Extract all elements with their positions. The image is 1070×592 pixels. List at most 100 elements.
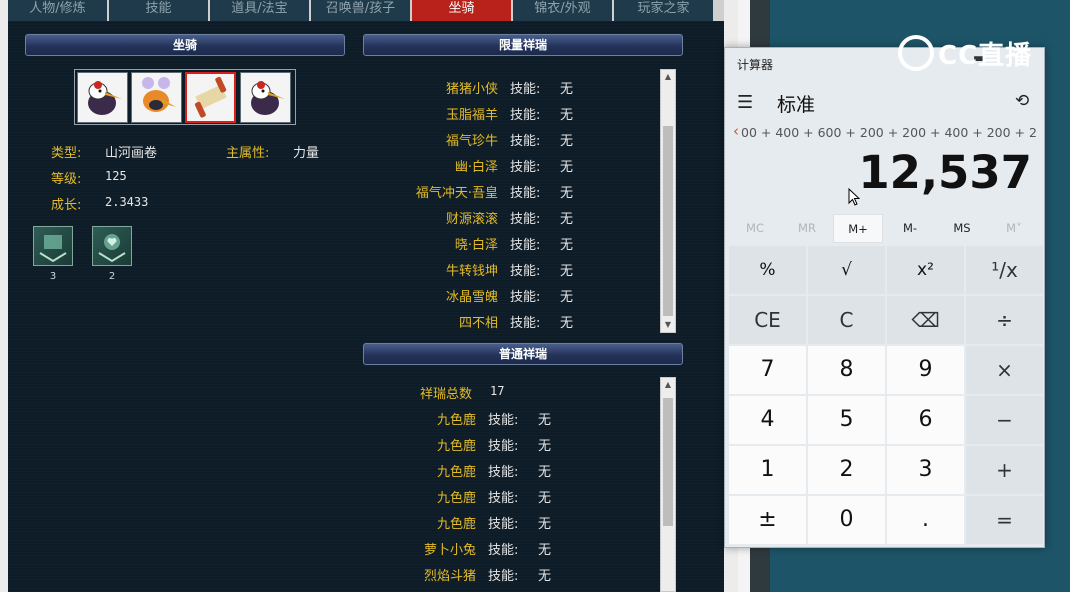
calc-key-5-0[interactable]: ± [729, 496, 806, 544]
skill-label: 技能: [488, 491, 519, 506]
calc-key-1-0[interactable]: CE [729, 296, 806, 344]
skill-value: 无 [560, 316, 574, 331]
scroll-thumb[interactable] [663, 126, 673, 316]
calculator-title: 计算器 [737, 58, 774, 72]
tab-6[interactable]: 玩家之家 [614, 0, 715, 21]
tab-bar: 人物/修炼 技能 道具/法宝 召唤兽/孩子 坐骑 锦衣/外观 玩家之家 [8, 0, 724, 21]
skill-label: 技能: [510, 134, 541, 149]
auspicious-name: 牛转钱坤 [445, 264, 498, 279]
shield-skill-icon [39, 235, 67, 263]
limited-scrollbar[interactable]: ▲ ▼ [660, 69, 676, 333]
calc-key-0-2[interactable]: x² [887, 246, 964, 294]
memory-button-3[interactable]: M- [885, 214, 935, 243]
limited-header: 限量祥瑞 [363, 34, 683, 56]
auspicious-name: 财源滚滚 [445, 212, 498, 227]
fox-icon [142, 77, 176, 112]
calc-key-5-2[interactable]: . [887, 496, 964, 544]
auspicious-name: 福气珍牛 [445, 134, 498, 149]
game-window: 人物/修炼 技能 道具/法宝 召唤兽/孩子 坐骑 锦衣/外观 玩家之家 坐骑 类… [0, 0, 738, 592]
skill-label: 技能: [488, 569, 519, 584]
tab-1[interactable]: 技能 [109, 0, 210, 21]
calc-key-0-3[interactable]: ¹/x [966, 246, 1043, 294]
tab-4[interactable]: 坐骑 [412, 0, 513, 21]
memory-button-2[interactable]: M+ [833, 214, 883, 243]
calc-key-4-3[interactable]: + [966, 446, 1043, 494]
skill-label: 技能: [488, 517, 519, 532]
calc-key-1-2[interactable]: ⌫ [887, 296, 964, 344]
skill-value: 无 [560, 186, 574, 201]
mode-title: 标准 [777, 94, 816, 116]
normal-scrollbar[interactable]: ▲ [660, 377, 676, 592]
skill-label: 技能: [488, 465, 519, 480]
auspicious-name: 玉脂福羊 [445, 108, 498, 123]
scroll-thumb[interactable] [663, 398, 673, 526]
skill-label: 技能: [488, 439, 519, 454]
mount-skill-slot-2[interactable] [92, 226, 132, 266]
skill-value: 无 [560, 238, 574, 253]
cc-live-logo: CC直播 [896, 33, 1046, 73]
calc-key-2-0[interactable]: 7 [729, 346, 806, 394]
result-display: 12,537 [858, 146, 1032, 199]
skill-label: 技能: [488, 543, 519, 558]
history-icon[interactable]: ⟲ [1015, 91, 1029, 111]
level-label: 等级: [51, 172, 82, 187]
calc-key-3-0[interactable]: 4 [729, 396, 806, 444]
calc-key-1-3[interactable]: ÷ [966, 296, 1043, 344]
auspicious-name: 萝卜小兔 [423, 543, 476, 558]
auspicious-name: 烈焰斗猪 [423, 569, 476, 584]
skill-label: 技能: [510, 238, 541, 253]
mount-avatar-fox[interactable] [131, 72, 182, 123]
mount-avatar-crane-2[interactable] [240, 72, 291, 123]
skill-value: 无 [538, 413, 552, 428]
auspicious-name: 福气冲天·吾皇 [415, 186, 498, 201]
calc-key-0-1[interactable]: √ [808, 246, 885, 294]
calc-key-1-1[interactable]: C [808, 296, 885, 344]
calc-key-2-3[interactable]: × [966, 346, 1043, 394]
memory-button-4[interactable]: MS [937, 214, 987, 243]
calc-key-2-2[interactable]: 9 [887, 346, 964, 394]
calc-key-3-3[interactable]: − [966, 396, 1043, 444]
skill-label: 技能: [510, 316, 541, 331]
calc-key-5-1[interactable]: 0 [808, 496, 885, 544]
calc-key-4-1[interactable]: 2 [808, 446, 885, 494]
tab-5[interactable]: 锦衣/外观 [513, 0, 614, 21]
skill-label: 技能: [510, 82, 541, 97]
tab-3[interactable]: 召唤兽/孩子 [311, 0, 412, 21]
calc-key-2-1[interactable]: 8 [808, 346, 885, 394]
calc-key-4-2[interactable]: 3 [887, 446, 964, 494]
skill-value: 无 [538, 439, 552, 454]
calc-key-5-3[interactable]: = [966, 496, 1043, 544]
calc-key-4-0[interactable]: 1 [729, 446, 806, 494]
skill-value: 无 [538, 491, 552, 506]
skill-label: 技能: [510, 290, 541, 305]
main-attr-value: 力量 [293, 146, 320, 161]
mount-avatar-scroll[interactable] [185, 72, 236, 123]
scroll-down-icon[interactable]: ▼ [661, 318, 675, 332]
tab-0[interactable]: 人物/修炼 [8, 0, 109, 21]
calc-key-0-0[interactable]: % [729, 246, 806, 294]
auspicious-name: 九色鹿 [436, 413, 476, 428]
mount-avatar-crane[interactable] [77, 72, 128, 123]
memory-button-0[interactable]: MC [730, 214, 780, 243]
expression-scroll-left-icon[interactable]: ‹ [733, 122, 739, 140]
crane-icon [88, 81, 122, 115]
calc-key-3-1[interactable]: 5 [808, 396, 885, 444]
memory-button-1[interactable]: MR [782, 214, 832, 243]
crane-icon [251, 81, 285, 115]
skill-label: 技能: [510, 212, 541, 227]
calc-key-3-2[interactable]: 6 [887, 396, 964, 444]
skill-value: 无 [560, 134, 574, 149]
growth-value: 2.3433 [105, 195, 149, 209]
auspicious-name: 九色鹿 [436, 491, 476, 506]
cc-logo-icon [898, 35, 934, 71]
skill-value: 无 [560, 212, 574, 227]
auspicious-name: 猪猪小侠 [445, 82, 498, 97]
scroll-up-icon[interactable]: ▲ [661, 378, 675, 392]
scroll-up-icon[interactable]: ▲ [661, 70, 675, 84]
tab-2[interactable]: 道具/法宝 [210, 0, 311, 21]
skill-label: 技能: [510, 264, 541, 279]
memory-button-5[interactable]: M˅ [989, 214, 1039, 243]
skill-value: 无 [560, 108, 574, 123]
hamburger-menu-icon[interactable]: ☰ [737, 92, 753, 113]
mount-skill-slot-1[interactable] [33, 226, 73, 266]
